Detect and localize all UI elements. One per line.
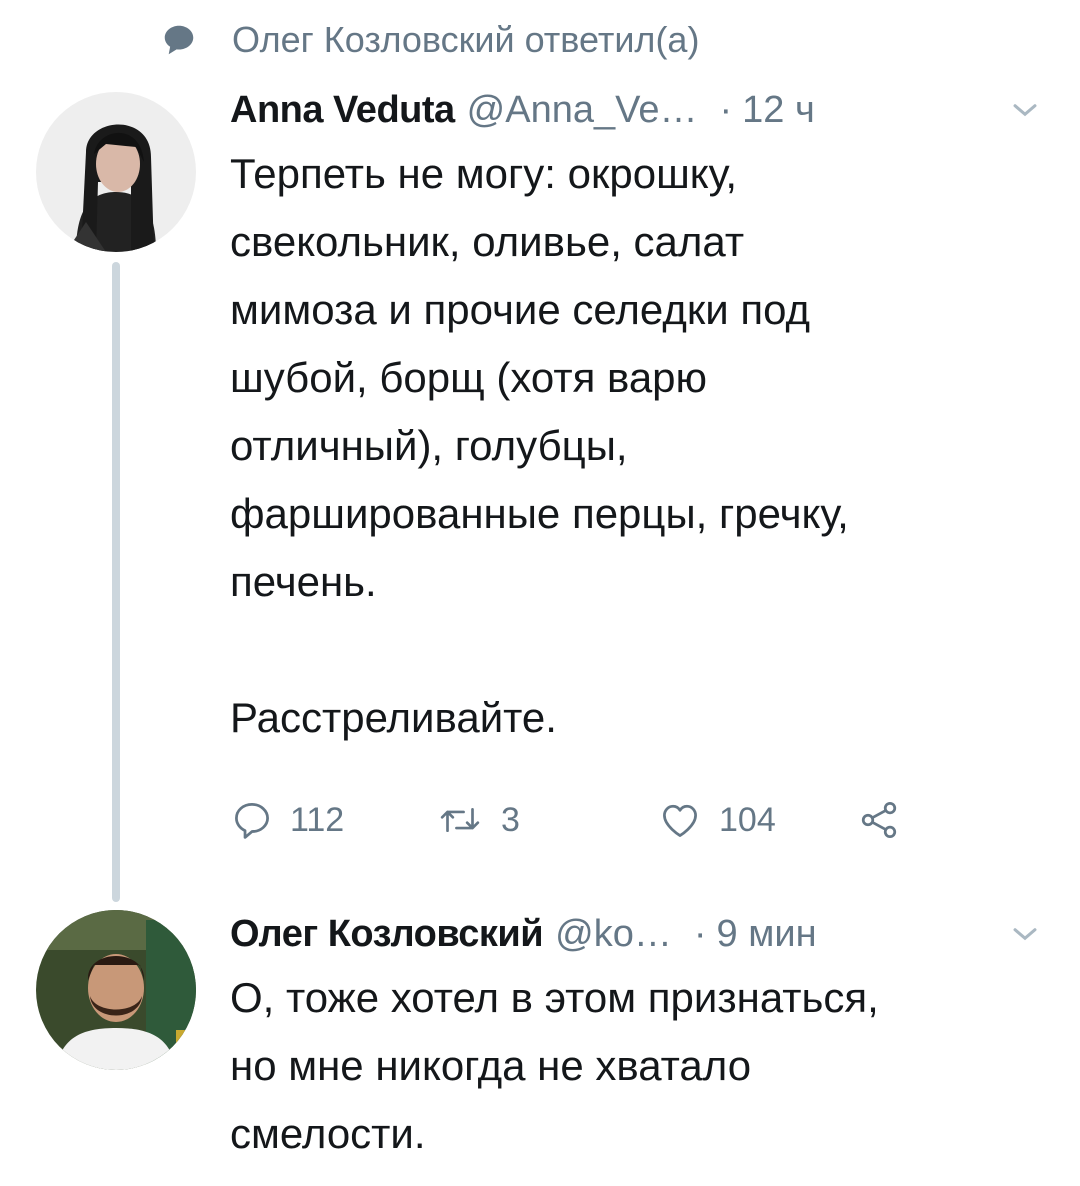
reply-context: Олег Козловский ответил(а) — [160, 14, 699, 66]
tweet-actions: 112 3 104 — [230, 788, 901, 852]
share-icon — [861, 801, 897, 839]
avatar-anna-image — [36, 92, 196, 252]
tweet-line: мимоза и прочие селедки под — [230, 286, 811, 333]
author-handle[interactable]: @Anna_Ve… — [467, 89, 698, 132]
reply-context-text: Олег Козловский ответил(а) — [232, 19, 700, 60]
author-name[interactable]: Anna Veduta — [230, 89, 455, 132]
like-action[interactable]: 104 — [657, 798, 857, 842]
tweet-line: но мне никогда не хватало — [230, 1042, 752, 1089]
tweet-text: Терпеть не могу: окрошку, свекольник, ол… — [230, 140, 1050, 752]
tweet-line: шубой, борщ (хотя варю — [230, 354, 708, 401]
tweet-header: Anna Veduta @Anna_Ve… · 12 ч — [230, 82, 1050, 138]
reply-action[interactable]: 112 — [230, 798, 435, 842]
chevron-down-icon[interactable] — [1008, 93, 1042, 127]
reply-bubble-icon — [164, 25, 194, 55]
heart-icon — [663, 804, 697, 837]
tweet-line: фаршированные перцы, гречку, — [230, 490, 849, 537]
tweet-text: О, тоже хотел в этом признаться, но мне … — [230, 964, 1050, 1168]
tweet-header: Олег Козловский @ko… · 9 мин — [230, 906, 1050, 962]
avatar-oleg-image — [36, 910, 196, 1070]
chevron-down-icon[interactable] — [1008, 917, 1042, 951]
tweet-time[interactable]: 12 ч — [742, 89, 815, 132]
tweet-line: отличный), голубцы, — [230, 422, 628, 469]
tweet-line: О, тоже хотел в этом признаться, — [230, 974, 879, 1021]
retweet-action[interactable]: 3 — [435, 798, 657, 842]
tweet-line: печень. — [230, 558, 377, 605]
separator-dot: · — [719, 88, 733, 131]
share-action[interactable] — [857, 798, 901, 842]
tweet-oleg[interactable]: Олег Козловский @ko… · 9 мин О, тоже хот… — [230, 906, 1050, 1168]
tweet-line: Расстреливайте. — [230, 694, 557, 741]
author-name[interactable]: Олег Козловский — [230, 913, 544, 956]
avatar-oleg[interactable] — [36, 910, 196, 1070]
reply-icon — [235, 803, 269, 839]
separator-dot: · — [693, 912, 707, 955]
retweet-icon — [440, 807, 480, 833]
tweet-line: смелости. — [230, 1110, 426, 1157]
thread-connector-line — [112, 262, 120, 902]
avatar-anna[interactable] — [36, 92, 196, 252]
retweet-count: 3 — [501, 800, 520, 839]
tweet-time[interactable]: 9 мин — [717, 913, 817, 956]
tweet-line: свекольник, оливье, салат — [230, 218, 745, 265]
tweet-line: Терпеть не могу: окрошку, — [230, 150, 738, 197]
reply-count: 112 — [290, 800, 345, 839]
author-handle[interactable]: @ko… — [555, 913, 672, 956]
like-count: 104 — [719, 800, 776, 839]
tweet-anna[interactable]: Anna Veduta @Anna_Ve… · 12 ч Терпеть не … — [230, 82, 1050, 752]
